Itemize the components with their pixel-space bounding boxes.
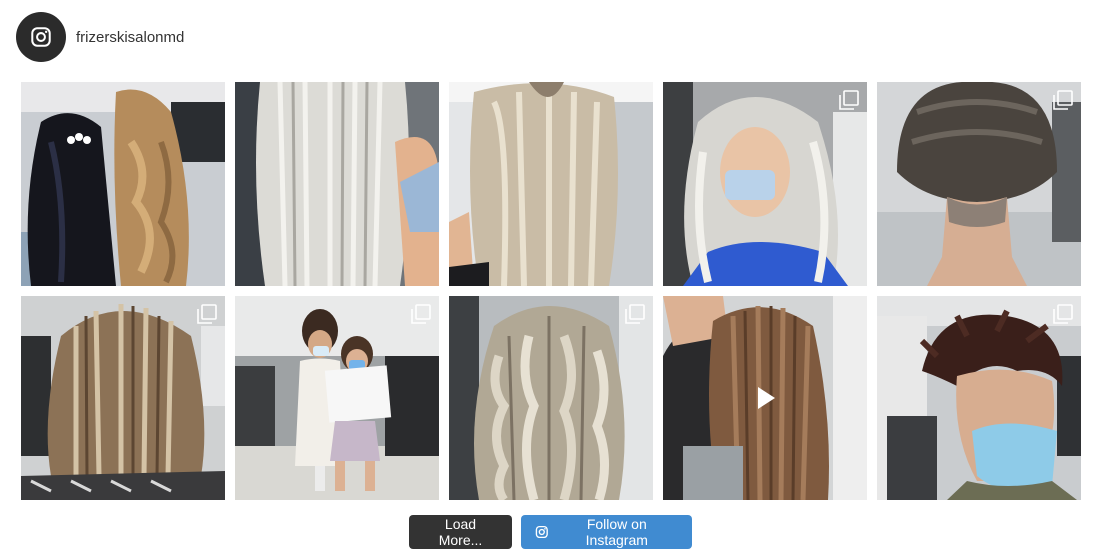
carousel-icon	[1053, 90, 1073, 110]
feed-post[interactable]	[21, 82, 225, 286]
instagram-icon	[535, 525, 548, 539]
feed-post[interactable]	[877, 82, 1081, 286]
instagram-header: frizerskisalonmd	[16, 12, 184, 62]
post-photo	[663, 82, 867, 286]
load-more-button[interactable]: Load More...	[409, 515, 512, 549]
instagram-icon	[31, 27, 51, 47]
play-icon	[758, 387, 775, 409]
carousel-icon	[839, 90, 859, 110]
carousel-icon	[411, 304, 431, 324]
feed-post[interactable]	[21, 296, 225, 500]
post-photo	[235, 82, 439, 286]
feed-grid	[21, 82, 1081, 500]
carousel-icon	[625, 304, 645, 324]
profile-username[interactable]: frizerskisalonmd	[76, 29, 184, 46]
post-photo	[877, 296, 1081, 500]
carousel-icon	[197, 304, 217, 324]
feed-post[interactable]	[663, 82, 867, 286]
follow-button-label: Follow on Instagram	[585, 516, 648, 548]
post-photo	[877, 82, 1081, 286]
feed-post[interactable]	[663, 296, 867, 500]
feed-post[interactable]	[449, 296, 653, 500]
post-photo	[21, 296, 225, 500]
feed-actions: Load More... Follow on Instagram	[409, 515, 692, 549]
post-photo	[235, 296, 439, 500]
feed-post[interactable]	[235, 296, 439, 500]
follow-on-instagram-button[interactable]: Follow on Instagram	[521, 515, 692, 549]
post-photo	[449, 296, 653, 500]
post-photo	[21, 82, 225, 286]
avatar[interactable]	[16, 12, 66, 62]
carousel-icon	[1053, 304, 1073, 324]
post-photo	[449, 82, 653, 286]
feed-post[interactable]	[449, 82, 653, 286]
feed-post[interactable]	[235, 82, 439, 286]
feed-post[interactable]	[877, 296, 1081, 500]
